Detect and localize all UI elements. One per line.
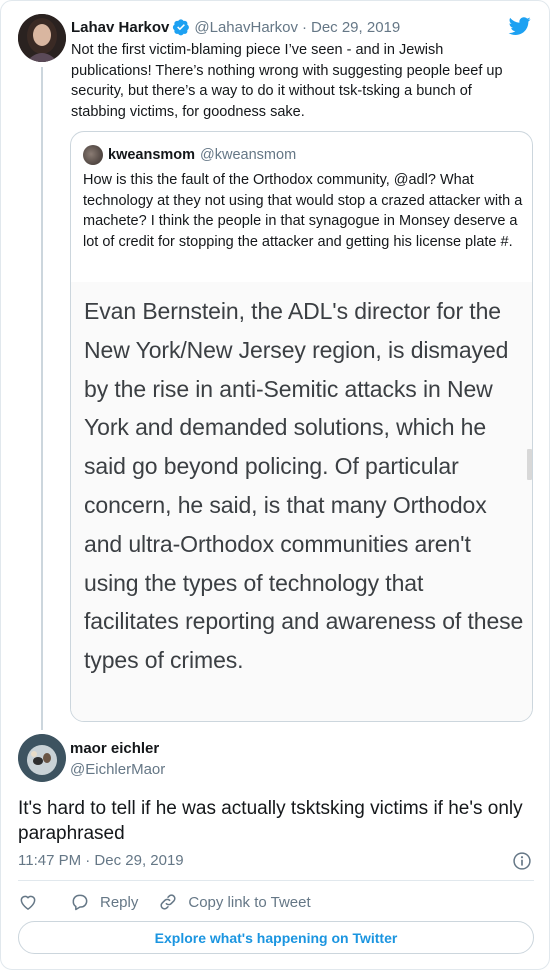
quoted-author-avatar (83, 145, 103, 165)
reply-author-avatar[interactable] (18, 734, 66, 782)
reply-author-name[interactable]: maor eichler (70, 740, 159, 757)
reply-label: Reply (100, 893, 139, 911)
verified-badge-icon (173, 19, 190, 36)
reply-timestamp[interactable]: 11:47 PM · Dec 29, 2019 (18, 852, 184, 869)
separator-dot: · (302, 18, 307, 36)
quoted-tweet[interactable]: kweansmom @kweansmom How is this the fau… (70, 131, 533, 722)
actions-divider (18, 880, 534, 881)
quoted-tweet-header: kweansmom @kweansmom (83, 145, 296, 165)
image-scroll-indicator (527, 449, 532, 480)
quoted-author-name: kweansmom (108, 147, 196, 163)
author-name[interactable]: Lahav Harkov (71, 19, 169, 36)
reply-tweet-text: It's hard to tell if he was actually tsk… (18, 798, 523, 844)
author-header: Lahav Harkov @LahavHarkov · Dec 29, 2019 (71, 17, 400, 37)
copy-link-label: Copy link to Tweet (188, 893, 311, 911)
copy-link-button[interactable]: Copy link to Tweet (158, 892, 311, 912)
thread-connector-line (41, 67, 43, 730)
link-icon (160, 894, 176, 910)
twitter-bird-icon[interactable] (508, 15, 532, 37)
info-icon[interactable] (512, 851, 532, 871)
quoted-tweet-image[interactable]: Evan Bernstein, the ADL's director for t… (71, 282, 532, 721)
reply-button[interactable]: Reply (70, 892, 138, 912)
like-button[interactable] (18, 892, 38, 912)
heart-icon (20, 895, 36, 910)
quoted-author-handle: @kweansmom (200, 147, 297, 163)
image-caption-text: Evan Bernstein, the ADL's director for t… (84, 298, 524, 674)
reply-author-handle[interactable]: @EichlerMaor (70, 761, 165, 778)
speech-bubble-icon (72, 894, 88, 911)
author-avatar[interactable] (18, 14, 66, 62)
explore-twitter-button[interactable]: Explore what's happening on Twitter (18, 921, 534, 954)
tweet-actions: Reply Copy link to Tweet (18, 890, 311, 914)
tweet-date[interactable]: Dec 29, 2019 (311, 19, 400, 36)
quoted-tweet-text: How is this the fault of the Orthodox co… (83, 172, 523, 250)
author-handle[interactable]: @LahavHarkov (194, 19, 298, 36)
tweet-embed-card: Lahav Harkov @LahavHarkov · Dec 29, 2019… (0, 0, 550, 970)
tweet-text: Not the first victim-blaming piece I’ve … (71, 42, 503, 120)
